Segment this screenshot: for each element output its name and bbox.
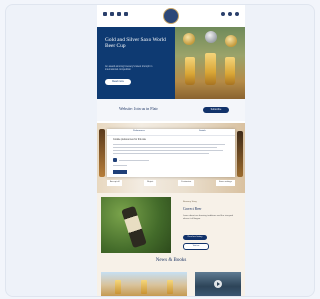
web-page: Gold and Silver Saxo World Beer Cup An a… bbox=[97, 5, 245, 296]
news-section: News & Books bbox=[97, 253, 245, 296]
youtube-icon[interactable] bbox=[124, 12, 128, 16]
search-icon[interactable] bbox=[228, 12, 232, 16]
beer-glass bbox=[225, 57, 235, 85]
hero-panel: Gold and Silver Saxo World Beer Cup An a… bbox=[97, 27, 175, 99]
cookie-dialog: Preferences Details Cookie preferences f… bbox=[107, 129, 235, 177]
story-section: Brewery Story Correct Beer Learn about o… bbox=[97, 193, 245, 253]
accept-all-button[interactable]: Accept all bbox=[107, 180, 123, 186]
dialog-text-line bbox=[113, 153, 209, 154]
customise-button[interactable]: Customise bbox=[177, 180, 195, 186]
beer-glass bbox=[115, 280, 121, 294]
beer-lineup-section: Preferences Details Cookie preferences f… bbox=[97, 123, 245, 193]
beer-glass bbox=[185, 57, 195, 85]
facebook-icon[interactable] bbox=[103, 12, 107, 16]
hero-title: Gold and Silver Saxo World Beer Cup bbox=[105, 37, 166, 50]
tab-preferences[interactable]: Preferences bbox=[133, 130, 145, 132]
browser-frame: Gold and Silver Saxo World Beer Cup An a… bbox=[5, 4, 315, 297]
account-icon[interactable] bbox=[221, 12, 225, 16]
story-text: Learn about our brewing traditions and t… bbox=[183, 215, 233, 220]
bottle-image bbox=[99, 129, 105, 177]
dialog-tabs: Preferences Details bbox=[107, 129, 235, 136]
consent-checkbox[interactable] bbox=[113, 158, 117, 162]
newsletter-strip: Website: Join us in Flair Subscribe bbox=[97, 99, 245, 121]
hero-image bbox=[175, 27, 245, 99]
bottle-image bbox=[237, 131, 243, 177]
subscribe-button[interactable]: Subscribe bbox=[203, 107, 229, 113]
history-button[interactable]: Read our history bbox=[183, 235, 207, 240]
hero-description: An award-winning brewery's latest triump… bbox=[105, 65, 153, 71]
bottle-image bbox=[121, 205, 147, 249]
utility-nav bbox=[221, 12, 239, 16]
dialog-text-line bbox=[113, 150, 223, 151]
instagram-icon[interactable] bbox=[117, 12, 121, 16]
visit-button[interactable]: Visit us bbox=[183, 243, 209, 250]
beer-glass bbox=[205, 53, 216, 85]
gold-medal-icon bbox=[183, 33, 195, 45]
dialog-actions: Accept all Reject Customise Save setting… bbox=[107, 180, 235, 186]
dialog-text-line bbox=[113, 144, 225, 145]
hero-read-more-button[interactable]: Read more bbox=[105, 79, 131, 85]
news-card[interactable] bbox=[101, 272, 187, 296]
twitter-icon[interactable] bbox=[110, 12, 114, 16]
video-card[interactable] bbox=[195, 272, 241, 296]
gold-medal-icon bbox=[225, 35, 237, 47]
brand-logo[interactable] bbox=[163, 8, 179, 24]
hero-banner: Gold and Silver Saxo World Beer Cup An a… bbox=[97, 27, 245, 99]
top-nav bbox=[97, 5, 245, 27]
dialog-text-line bbox=[113, 165, 127, 166]
social-links bbox=[103, 12, 128, 16]
beer-glass bbox=[141, 280, 147, 294]
beer-glass bbox=[167, 280, 173, 294]
vineyard-image bbox=[101, 197, 171, 253]
silver-medal-icon bbox=[205, 31, 217, 43]
dialog-text-line bbox=[113, 147, 217, 148]
news-title: News & Books bbox=[155, 258, 187, 263]
story-title: Correct Beer bbox=[183, 207, 202, 211]
story-kicker: Brewery Story bbox=[183, 201, 197, 203]
menu-icon[interactable] bbox=[235, 12, 239, 16]
checkbox-label bbox=[119, 160, 149, 161]
tab-details[interactable]: Details bbox=[199, 130, 206, 132]
dialog-confirm-button[interactable] bbox=[113, 170, 127, 174]
save-settings-button[interactable]: Save settings bbox=[215, 180, 235, 186]
play-icon[interactable] bbox=[214, 280, 222, 288]
newsletter-text: Website: Join us in Flair bbox=[119, 106, 158, 111]
dialog-heading: Cookie preferences for this site bbox=[113, 138, 146, 141]
reject-button[interactable]: Reject bbox=[144, 180, 157, 186]
